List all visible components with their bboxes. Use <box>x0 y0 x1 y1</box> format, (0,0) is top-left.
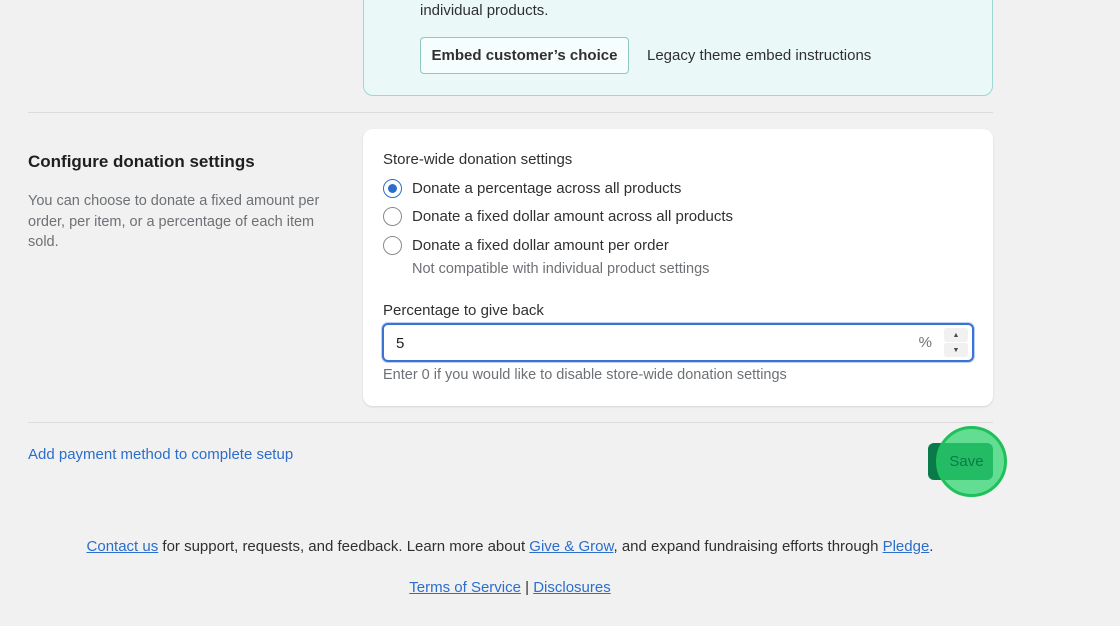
radio-help-text: Not compatible with individual product s… <box>412 261 710 277</box>
radio-button-checked[interactable] <box>383 178 402 198</box>
radio-button[interactable] <box>383 235 402 255</box>
pledge-link[interactable]: Pledge <box>883 538 930 555</box>
radio-option-fixed-per-order[interactable]: Donate a fixed dollar amount per order <box>383 234 669 256</box>
increment-arrow-icon[interactable]: ▲ <box>944 328 968 342</box>
footer-text: for support, requests, and feedback. Lea… <box>158 538 530 555</box>
contact-us-link[interactable]: Contact us <box>87 538 159 555</box>
embed-card-text: individual products. <box>420 2 549 19</box>
decrement-arrow-icon[interactable]: ▼ <box>944 343 968 357</box>
percent-suffix: % <box>918 334 932 351</box>
section-title: Configure donation settings <box>28 152 255 171</box>
embed-customers-choice-button[interactable]: Embed customer’s choice <box>420 37 629 74</box>
support-footer-text: Contact us for support, requests, and fe… <box>0 538 1020 555</box>
section-description: You can choose to donate a fixed amount … <box>28 193 320 250</box>
legal-links: Terms of Service | Disclosures <box>0 579 1020 596</box>
section-divider <box>28 422 993 423</box>
radio-label: Donate a fixed dollar amount per order <box>412 236 669 254</box>
radio-label: Donate a percentage across all products <box>412 179 682 197</box>
legacy-theme-embed-link[interactable]: Legacy theme embed instructions <box>647 47 871 64</box>
donation-settings-card: Store-wide donation settings Donate a pe… <box>363 129 993 406</box>
link-separator: | <box>520 579 534 596</box>
radio-label: Donate a fixed dollar amount across all … <box>412 207 734 225</box>
footer-text: . <box>929 538 934 555</box>
save-button-label: Save <box>949 453 984 470</box>
section-divider <box>28 112 993 113</box>
percentage-input[interactable] <box>396 332 896 354</box>
percentage-field[interactable]: % ▲ ▼ <box>382 323 974 362</box>
give-and-grow-link[interactable]: Give & Grow <box>529 538 613 555</box>
footer-text: , and expand fundraising efforts through <box>613 538 883 555</box>
percentage-help-text: Enter 0 if you would like to disable sto… <box>383 367 787 383</box>
terms-of-service-link[interactable]: Terms of Service <box>409 579 521 596</box>
radio-button[interactable] <box>383 206 402 226</box>
click-indicator: Save <box>936 426 1007 497</box>
percentage-field-label: Percentage to give back <box>383 302 544 319</box>
theme-embed-card: individual products. Embed customer’s ch… <box>363 0 993 96</box>
card-heading: Store-wide donation settings <box>383 151 573 168</box>
number-stepper[interactable]: ▲ ▼ <box>944 328 968 357</box>
radio-option-percentage[interactable]: Donate a percentage across all products <box>383 177 681 199</box>
add-payment-method-link[interactable]: Add payment method to complete setup <box>28 446 293 463</box>
disclosures-link[interactable]: Disclosures <box>533 579 611 596</box>
radio-option-fixed-all-products[interactable]: Donate a fixed dollar amount across all … <box>383 205 733 227</box>
